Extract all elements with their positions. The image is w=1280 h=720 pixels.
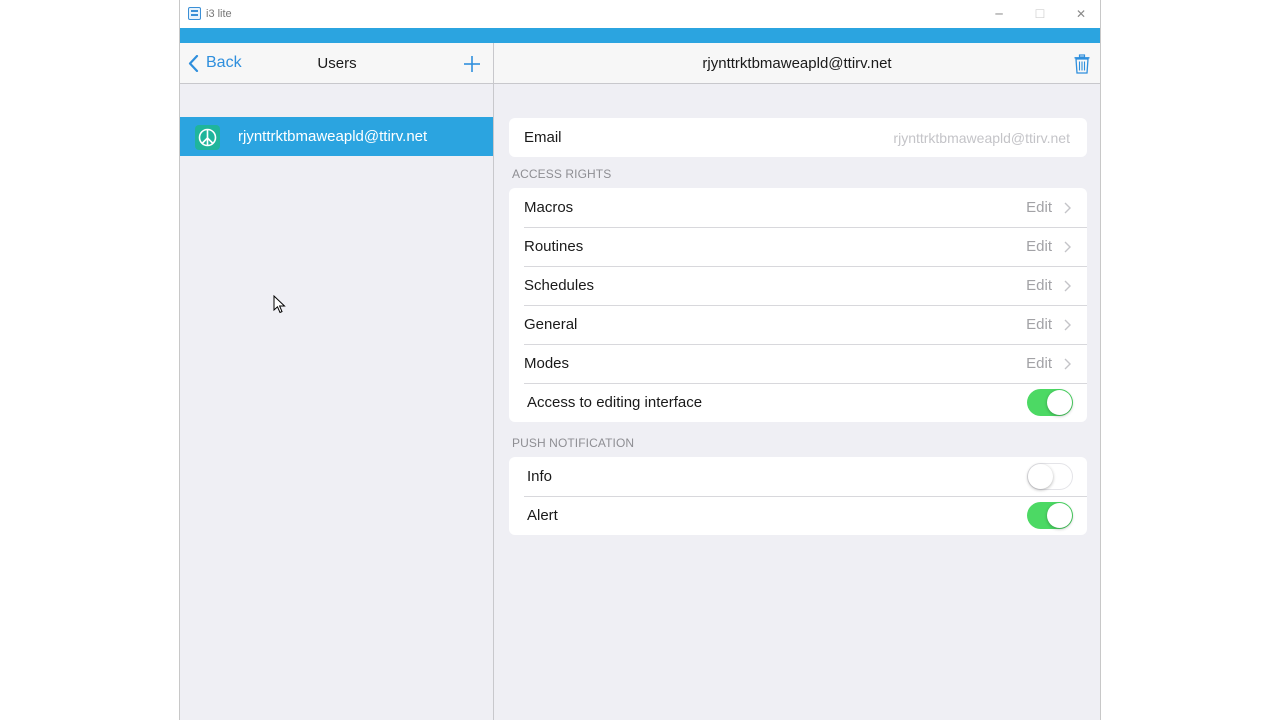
- access-row-label: General: [524, 316, 578, 333]
- chevron-right-icon: [1064, 280, 1071, 292]
- access-row-routines[interactable]: Routines Edit: [509, 227, 1087, 266]
- chevron-right-icon: [1064, 319, 1071, 331]
- peace-icon: [198, 128, 217, 147]
- access-row-general[interactable]: General Edit: [509, 305, 1087, 344]
- alert-label: Alert: [527, 507, 558, 524]
- editing-access-row: Access to editing interface: [509, 383, 1087, 422]
- info-label: Info: [527, 468, 553, 485]
- detail-title: rjynttrktbmaweapld@ttirv.net: [702, 55, 892, 72]
- chevron-right-icon: [1064, 358, 1071, 370]
- access-row-macros[interactable]: Macros Edit: [509, 188, 1087, 227]
- email-value: rjynttrktbmaweapld@ttirv.net: [893, 130, 1070, 146]
- user-avatar: [195, 125, 220, 150]
- access-rights-group: Macros Edit Routines Edit Schedules Edit…: [509, 188, 1087, 422]
- access-row-schedules[interactable]: Schedules Edit: [509, 266, 1087, 305]
- access-row-label: Modes: [524, 355, 570, 372]
- minimize-button[interactable]: ─: [987, 4, 1011, 24]
- trash-icon[interactable]: [1074, 54, 1090, 74]
- editing-access-label: Access to editing interface: [527, 394, 703, 411]
- user-email: rjynttrktbmaweapld@ttirv.net: [238, 128, 428, 145]
- edit-link[interactable]: Edit: [1026, 277, 1052, 294]
- editing-access-toggle[interactable]: [1027, 389, 1073, 416]
- app-icon: [188, 7, 201, 20]
- detail-nav-bar: rjynttrktbmaweapld@ttirv.net: [494, 43, 1100, 84]
- toggle-knob: [1047, 390, 1072, 415]
- edit-link[interactable]: Edit: [1026, 355, 1052, 372]
- toggle-knob: [1047, 503, 1072, 528]
- accent-bar: [180, 28, 1100, 43]
- access-row-label: Routines: [524, 238, 584, 255]
- email-group: Email rjynttrktbmaweapld@ttirv.net: [509, 118, 1087, 157]
- toggle-knob: [1028, 464, 1053, 489]
- alert-toggle[interactable]: [1027, 502, 1073, 529]
- info-row: Info: [509, 457, 1087, 496]
- app-window: i3 lite ─ ☐ ✕ Back Users rjynttrktbmawea…: [179, 0, 1101, 720]
- users-pane: Back Users rjynttrktbmaweapld@ttirv.net: [180, 43, 494, 720]
- email-row: Email rjynttrktbmaweapld@ttirv.net: [509, 118, 1087, 157]
- plus-icon[interactable]: [463, 55, 481, 73]
- mouse-cursor-icon: [273, 295, 286, 314]
- edit-link[interactable]: Edit: [1026, 316, 1052, 333]
- close-button[interactable]: ✕: [1069, 4, 1093, 24]
- user-detail-pane: rjynttrktbmaweapld@ttirv.net Email rjynt…: [494, 43, 1100, 720]
- title-bar: i3 lite ─ ☐ ✕: [180, 0, 1100, 28]
- users-nav-bar: Back Users: [180, 43, 493, 84]
- maximize-button[interactable]: ☐: [1028, 4, 1052, 24]
- access-row-modes[interactable]: Modes Edit: [509, 344, 1087, 383]
- user-list-item[interactable]: rjynttrktbmaweapld@ttirv.net: [180, 117, 493, 156]
- edit-link[interactable]: Edit: [1026, 238, 1052, 255]
- push-notification-header: PUSH NOTIFICATION: [512, 436, 635, 450]
- alert-row: Alert: [509, 496, 1087, 535]
- page-title: Users: [317, 55, 357, 72]
- info-toggle[interactable]: [1027, 463, 1073, 490]
- window-title: i3 lite: [206, 8, 232, 20]
- email-label: Email: [524, 129, 562, 146]
- access-rights-header: ACCESS RIGHTS: [512, 167, 612, 181]
- chevron-right-icon: [1064, 202, 1071, 214]
- edit-link[interactable]: Edit: [1026, 199, 1052, 216]
- push-notification-group: Info Alert: [509, 457, 1087, 535]
- access-row-label: Schedules: [524, 277, 595, 294]
- chevron-right-icon: [1064, 241, 1071, 253]
- access-row-label: Macros: [524, 199, 574, 216]
